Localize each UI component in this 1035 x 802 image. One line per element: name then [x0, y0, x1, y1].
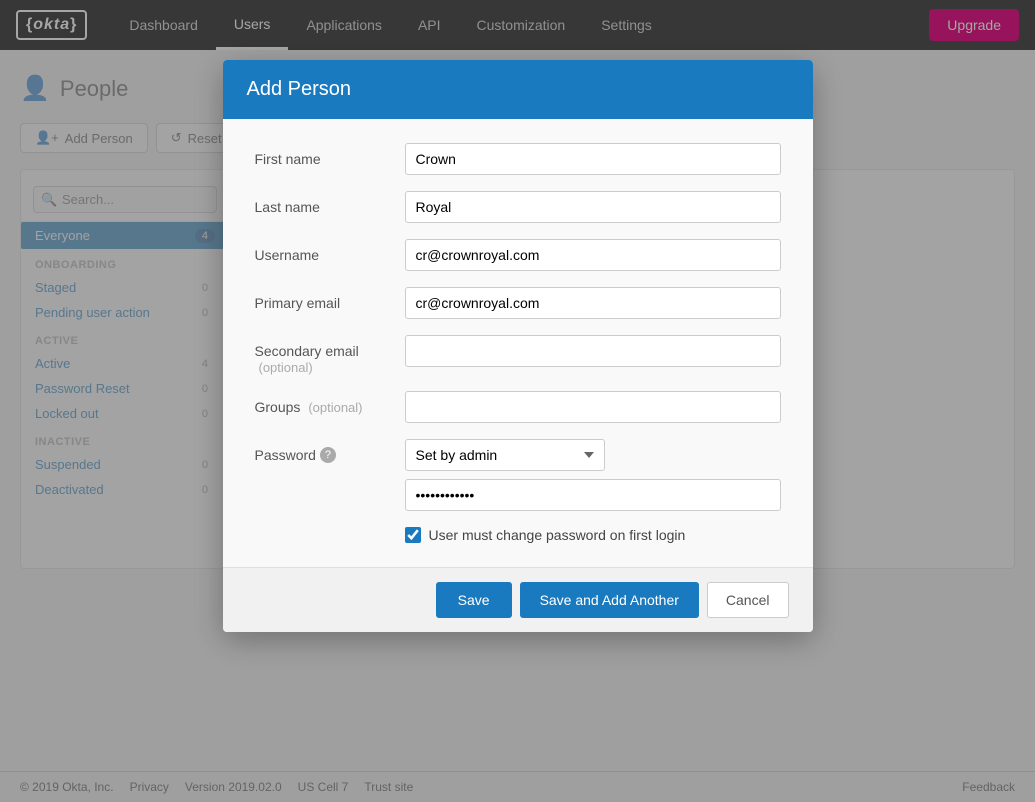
- groups-label: Groups (optional): [255, 391, 405, 415]
- primary-email-field: [405, 287, 781, 319]
- password-type-select[interactable]: Set by admin Set by user: [405, 439, 605, 471]
- last-name-row: Last name: [255, 191, 781, 223]
- secondary-email-input[interactable]: [405, 335, 781, 367]
- password-help-icon[interactable]: ?: [320, 447, 336, 463]
- groups-row: Groups (optional): [255, 391, 781, 423]
- modal-footer: Save Save and Add Another Cancel: [223, 567, 813, 632]
- last-name-input[interactable]: [405, 191, 781, 223]
- username-row: Username: [255, 239, 781, 271]
- secondary-email-row: Secondary email (optional): [255, 335, 781, 375]
- primary-email-label: Primary email: [255, 287, 405, 311]
- last-name-field: [405, 191, 781, 223]
- save-and-add-button[interactable]: Save and Add Another: [520, 582, 699, 618]
- modal-backdrop: Add Person First name Last name Username: [0, 0, 1035, 802]
- password-field: Set by admin Set by user: [405, 439, 781, 511]
- username-field: [405, 239, 781, 271]
- first-name-field: [405, 143, 781, 175]
- password-row: Password ? Set by admin Set by user: [255, 439, 781, 511]
- modal-header: Add Person: [223, 60, 813, 119]
- username-input[interactable]: [405, 239, 781, 271]
- password-label: Password ?: [255, 439, 405, 463]
- save-button[interactable]: Save: [436, 582, 512, 618]
- secondary-email-field: [405, 335, 781, 367]
- secondary-email-label: Secondary email (optional): [255, 335, 405, 375]
- primary-email-row: Primary email: [255, 287, 781, 319]
- last-name-label: Last name: [255, 191, 405, 215]
- password-input[interactable]: [405, 479, 781, 511]
- cancel-button[interactable]: Cancel: [707, 582, 789, 618]
- checkbox-row: User must change password on first login: [255, 527, 781, 543]
- first-name-label: First name: [255, 143, 405, 167]
- groups-field: [405, 391, 781, 423]
- first-name-input[interactable]: [405, 143, 781, 175]
- username-label: Username: [255, 239, 405, 263]
- first-name-row: First name: [255, 143, 781, 175]
- groups-input[interactable]: [405, 391, 781, 423]
- modal-body: First name Last name Username: [223, 119, 813, 567]
- change-password-label: User must change password on first login: [429, 527, 686, 543]
- primary-email-input[interactable]: [405, 287, 781, 319]
- modal-title: Add Person: [247, 78, 352, 100]
- change-password-checkbox[interactable]: [405, 527, 421, 543]
- add-person-modal: Add Person First name Last name Username: [223, 60, 813, 632]
